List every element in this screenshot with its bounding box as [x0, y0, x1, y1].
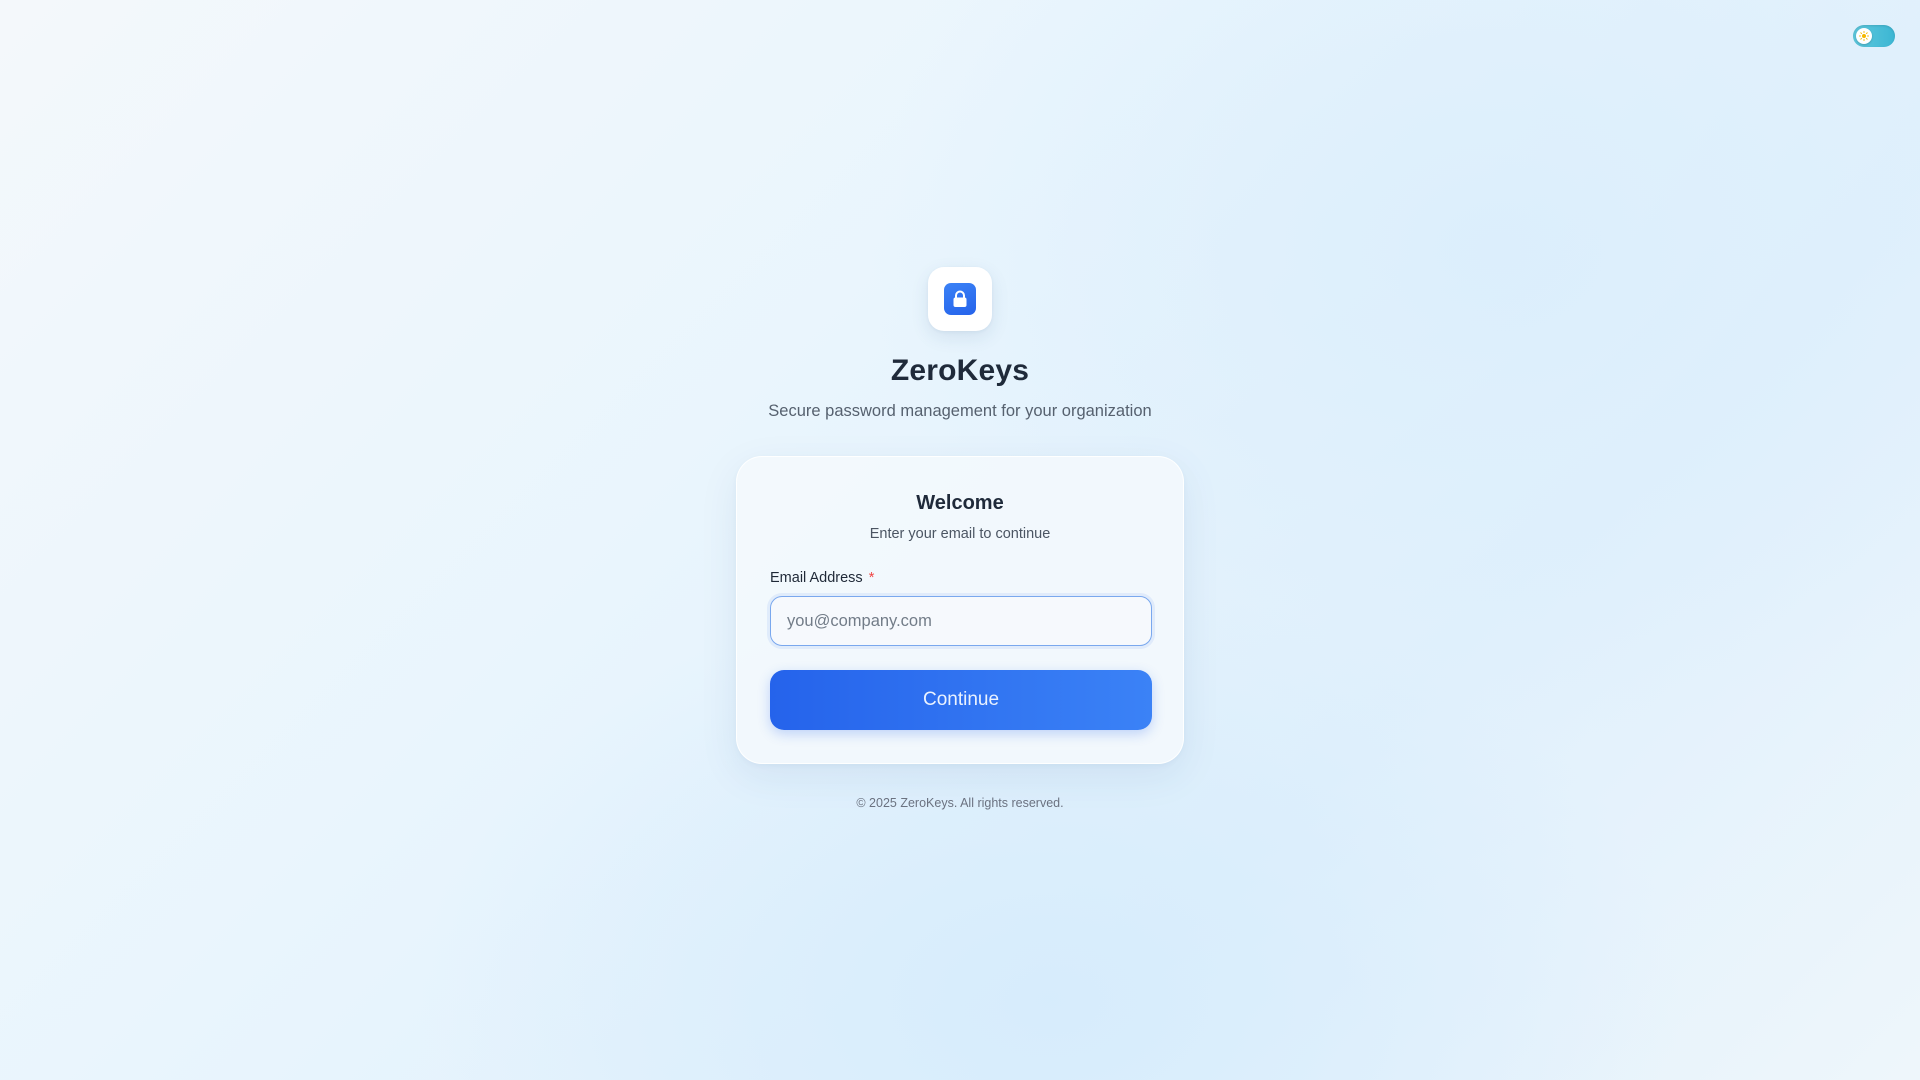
email-field-label: Email Address * — [770, 569, 1150, 587]
sun-icon — [1859, 31, 1869, 41]
email-label-text: Email Address — [770, 570, 863, 586]
login-card: Welcome Enter your email to continue Ema… — [736, 456, 1184, 764]
continue-button[interactable]: Continue — [770, 670, 1152, 730]
app-logo — [928, 267, 992, 331]
card-subtitle: Enter your email to continue — [869, 526, 1051, 542]
required-mark: * — [868, 570, 875, 586]
theme-toggle[interactable] — [1853, 25, 1895, 47]
footer-copyright: © 2025 ZeroKeys. All rights reserved. — [856, 796, 1064, 810]
lock-icon — [953, 290, 967, 307]
card-title: Welcome — [916, 492, 1004, 514]
app-tagline: Secure password management for your orga… — [768, 402, 1152, 420]
theme-toggle-knob — [1856, 28, 1872, 44]
email-input[interactable] — [770, 596, 1152, 646]
app-logo-badge — [944, 283, 976, 315]
app-title: ZeroKeys — [890, 354, 1030, 387]
